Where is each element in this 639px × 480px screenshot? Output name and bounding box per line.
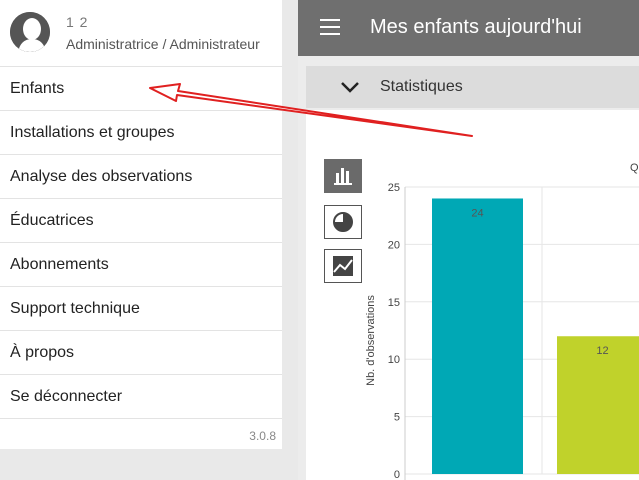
bar-chart: 0 5 10 15 20 25 24 12 Nb. d'observations xyxy=(365,182,639,480)
y-tick-label: 0 xyxy=(394,469,400,480)
y-tick-label: 5 xyxy=(394,412,400,424)
menu-item-abonnements[interactable]: Abonnements xyxy=(0,243,282,287)
y-tick-label: 25 xyxy=(388,182,400,194)
statistics-title: Statistiques xyxy=(380,78,463,95)
bar-data-label: 24 xyxy=(471,207,483,219)
navigation-drawer: 1 2 Administratrice / Administrateur Enf… xyxy=(0,0,282,449)
menu-item-a-propos[interactable]: À propos xyxy=(0,331,282,375)
y-tick-label: 10 xyxy=(388,354,400,366)
menu-item-enfants[interactable]: Enfants xyxy=(0,67,282,111)
user-name: 1 2 xyxy=(66,14,89,30)
avatar xyxy=(10,12,50,52)
bar-data-label: 12 xyxy=(596,345,608,357)
app-version: 3.0.8 xyxy=(249,429,276,443)
chart-card: Q 0 5 10 15 20 25 24 12 Nb. d'observations xyxy=(306,110,639,480)
statistics-panel-header[interactable]: Statistiques xyxy=(306,66,639,108)
y-axis-label: Nb. d'observations xyxy=(365,295,377,386)
y-tick-label: 20 xyxy=(388,239,400,251)
menu-item-support[interactable]: Support technique xyxy=(0,287,282,331)
user-role: Administratrice / Administrateur xyxy=(66,36,260,52)
menu-item-installations[interactable]: Installations et groupes xyxy=(0,111,282,155)
page-title: Mes enfants aujourd'hui xyxy=(370,16,582,38)
user-profile: 1 2 Administratrice / Administrateur xyxy=(0,0,282,67)
menu-item-educatrices[interactable]: Éducatrices xyxy=(0,199,282,243)
menu-item-analyse[interactable]: Analyse des observations xyxy=(0,155,282,199)
main-content: Statistiques Q 0 5 10 15 20 25 24 12 Nb. d'obse xyxy=(298,56,639,480)
y-tick-label: 15 xyxy=(388,297,400,309)
menu-icon[interactable] xyxy=(320,19,340,35)
drawer-menu: Enfants Installations et groupes Analyse… xyxy=(0,67,282,419)
bar xyxy=(432,198,523,474)
user-silhouette-icon xyxy=(10,12,50,52)
chevron-down-icon xyxy=(341,82,359,93)
top-app-bar: Mes enfants aujourd'hui xyxy=(298,0,639,56)
menu-item-deconnecter[interactable]: Se déconnecter xyxy=(0,375,282,419)
